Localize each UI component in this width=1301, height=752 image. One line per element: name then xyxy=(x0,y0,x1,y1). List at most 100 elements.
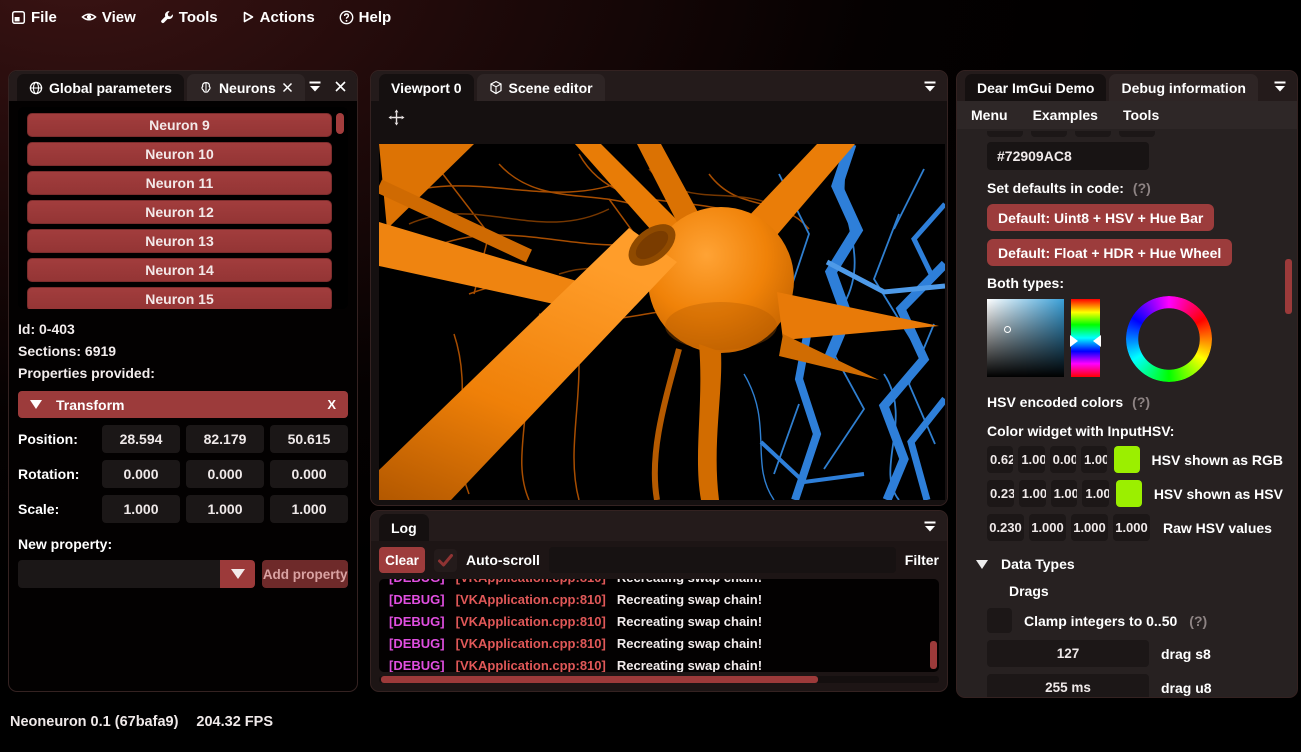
property-combo-button[interactable] xyxy=(220,560,255,588)
drag-u8-field[interactable]: 255 ms xyxy=(987,674,1149,697)
scale-z-field[interactable]: 1.000 xyxy=(270,495,348,523)
clamp-checkbox[interactable] xyxy=(987,608,1012,633)
position-y-field[interactable]: 82.179 xyxy=(186,425,264,453)
demo-menu-menu[interactable]: Menu xyxy=(971,107,1008,123)
drag-s8-field[interactable]: 127 xyxy=(987,640,1149,667)
neuron-button[interactable]: Neuron 14 xyxy=(27,258,332,282)
hsv-field[interactable]: 0.230 xyxy=(987,514,1024,541)
neuron-list-scrollbar[interactable] xyxy=(336,113,344,134)
hsv-field[interactable]: 1.000 xyxy=(1113,514,1150,541)
add-property-button[interactable]: Add property xyxy=(262,560,348,588)
hsv-field[interactable]: 0.000 xyxy=(1050,446,1076,473)
scale-x-field[interactable]: 1.000 xyxy=(102,495,180,523)
collapse-icon[interactable] xyxy=(1273,80,1287,93)
move-icon[interactable] xyxy=(388,109,405,126)
hsv-field[interactable]: 1.000 xyxy=(1051,480,1078,507)
tab-viewport-0[interactable]: Viewport 0 xyxy=(379,74,474,101)
position-z-field[interactable]: 50.615 xyxy=(270,425,348,453)
right-panel-scrollbar[interactable] xyxy=(1285,259,1292,314)
tab-dear-imgui-demo[interactable]: Dear ImGui Demo xyxy=(965,74,1106,101)
hsv-field[interactable]: 1.000 xyxy=(1018,446,1044,473)
clipped-input[interactable] xyxy=(1119,131,1155,137)
neuron-button[interactable]: Neuron 15 xyxy=(27,287,332,309)
viewport-3d-scene[interactable] xyxy=(379,144,945,500)
hsv-field[interactable]: 1.000 xyxy=(1019,480,1046,507)
log-vertical-scrollbar[interactable] xyxy=(930,641,937,669)
log-level: [DEBUG] xyxy=(389,579,445,589)
collapse-icon[interactable] xyxy=(308,80,322,93)
rotation-z-field[interactable]: 0.000 xyxy=(270,460,348,488)
tab-debug-information-label: Debug information xyxy=(1121,80,1245,96)
clamp-row: Clamp integers to 0..50 (?) xyxy=(987,608,1283,633)
tab-global-parameters[interactable]: Global parameters xyxy=(17,74,184,101)
property-combo-field[interactable] xyxy=(18,560,220,588)
color-swatch[interactable] xyxy=(1114,446,1139,473)
transform-header[interactable]: Transform X xyxy=(18,391,348,418)
transform-close-button[interactable]: X xyxy=(327,397,336,412)
help-marker[interactable]: (?) xyxy=(1189,613,1207,629)
hsv-field[interactable]: 1.000 xyxy=(1081,446,1107,473)
neuron-button[interactable]: Neuron 9 xyxy=(27,113,332,137)
play-icon xyxy=(242,10,255,24)
neuron-button[interactable]: Neuron 10 xyxy=(27,142,332,166)
hex-color-field[interactable]: #72909AC8 xyxy=(987,142,1149,170)
close-icon[interactable] xyxy=(282,82,293,93)
help-marker[interactable]: (?) xyxy=(1133,180,1151,196)
collapse-icon[interactable] xyxy=(923,80,937,93)
default-uint8-button[interactable]: Default: Uint8 + HSV + Hue Bar xyxy=(987,204,1214,231)
position-label: Position: xyxy=(18,431,96,447)
both-types-label: Both types: xyxy=(987,275,1064,291)
tab-log[interactable]: Log xyxy=(379,514,429,541)
autoscroll-checkbox[interactable] xyxy=(434,549,457,572)
new-property-row: Add property xyxy=(18,560,348,588)
wrench-icon xyxy=(160,10,174,24)
color-swatch[interactable] xyxy=(1116,480,1142,507)
rotation-y-field[interactable]: 0.000 xyxy=(186,460,264,488)
transform-title: Transform xyxy=(56,397,124,413)
data-types-header[interactable]: Data Types xyxy=(987,556,1283,572)
saturation-value-square[interactable] xyxy=(987,299,1064,377)
log-body[interactable]: [DEBUG][VKApplication.cpp:810]Recreating… xyxy=(379,579,939,672)
demo-menu-examples[interactable]: Examples xyxy=(1033,107,1098,123)
clear-button[interactable]: Clear xyxy=(379,547,425,573)
collapse-icon[interactable] xyxy=(923,520,937,533)
position-x-field[interactable]: 28.594 xyxy=(102,425,180,453)
clipped-input[interactable] xyxy=(1031,131,1067,137)
demo-menu-tools[interactable]: Tools xyxy=(1123,107,1159,123)
default-float-button[interactable]: Default: Float + HDR + Hue Wheel xyxy=(987,239,1232,266)
hsv-field[interactable]: 1.000 xyxy=(1082,480,1109,507)
menu-help-label: Help xyxy=(359,9,392,26)
tab-neurons[interactable]: Neurons xyxy=(187,74,305,101)
log-horizontal-scrollbar[interactable] xyxy=(381,676,818,683)
neuron-button[interactable]: Neuron 11 xyxy=(27,171,332,195)
neuron-button[interactable]: Neuron 12 xyxy=(27,200,332,224)
clipped-input[interactable] xyxy=(987,131,1023,137)
tab-debug-information[interactable]: Debug information xyxy=(1109,74,1257,101)
help-marker[interactable]: (?) xyxy=(1132,394,1150,410)
hsv-row-label: HSV shown as HSV xyxy=(1154,486,1283,502)
clipped-input[interactable] xyxy=(1075,131,1111,137)
hsv-field[interactable]: 1.000 xyxy=(1071,514,1108,541)
hsv-field[interactable]: 1.000 xyxy=(1029,514,1066,541)
dropdown-arrow-icon xyxy=(231,569,245,579)
hsv-field[interactable]: 0.230 xyxy=(987,480,1014,507)
hsv-field[interactable]: 0.620 xyxy=(987,446,1013,473)
neuron-button[interactable]: Neuron 13 xyxy=(27,229,332,253)
menu-file[interactable]: File xyxy=(11,9,57,26)
hue-bar[interactable] xyxy=(1071,299,1100,377)
filter-input[interactable] xyxy=(549,547,896,573)
menu-tools[interactable]: Tools xyxy=(160,9,218,26)
log-entry: [DEBUG][VKApplication.cpp:810]Recreating… xyxy=(389,589,929,611)
menu-actions[interactable]: Actions xyxy=(242,9,315,26)
hue-wheel[interactable] xyxy=(1126,296,1212,382)
menu-help[interactable]: Help xyxy=(339,9,392,26)
new-property-label: New property: xyxy=(18,536,348,552)
tab-scene-editor[interactable]: Scene editor xyxy=(477,74,605,101)
tab-neurons-label: Neurons xyxy=(219,80,276,96)
close-icon[interactable] xyxy=(334,80,347,93)
brain-icon xyxy=(199,81,213,95)
scale-y-field[interactable]: 1.000 xyxy=(186,495,264,523)
tab-global-parameters-label: Global parameters xyxy=(49,80,172,96)
rotation-x-field[interactable]: 0.000 xyxy=(102,460,180,488)
menu-view[interactable]: View xyxy=(81,9,136,26)
